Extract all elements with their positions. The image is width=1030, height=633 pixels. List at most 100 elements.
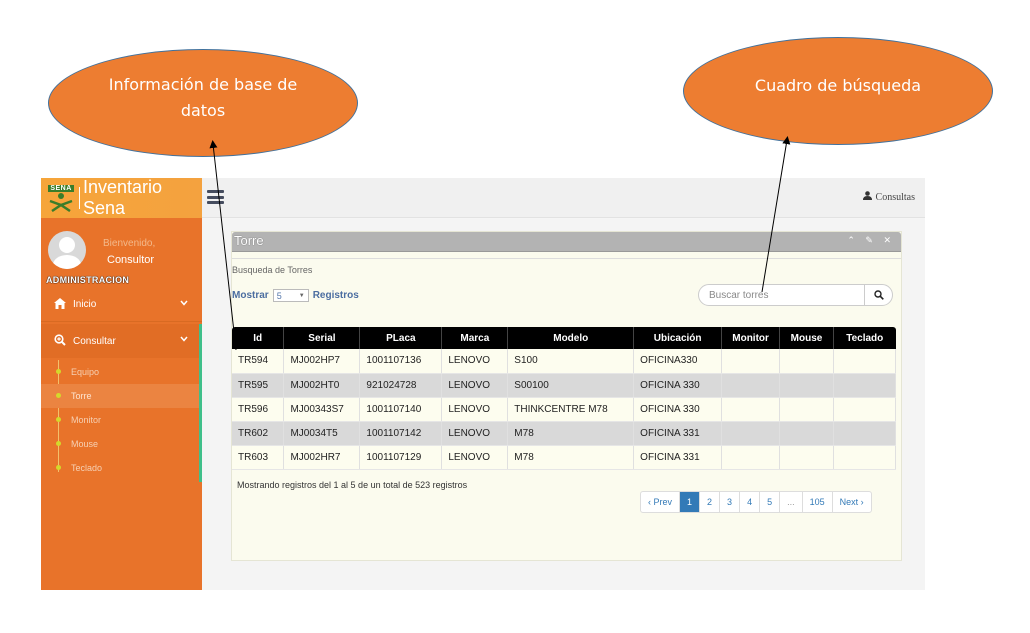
panel-subtitle: Busqueda de Torres	[232, 265, 313, 275]
home-icon	[53, 297, 67, 312]
cell-monitor	[721, 397, 781, 422]
cell-id: TR595	[232, 373, 285, 398]
page-length-control: Mostrar 5 ▼ Registros	[232, 289, 359, 302]
callout-search-box-text: Cuadro de búsqueda	[754, 76, 922, 96]
search-input[interactable]	[699, 289, 864, 301]
sena-logo: SENA	[45, 182, 77, 214]
page-length-select[interactable]: 5 ▼	[272, 289, 309, 302]
app-window: SENA Inventario Sena Bienvenido, Consult…	[41, 177, 925, 590]
cell-ubicacion: OFICINA 330	[633, 373, 723, 398]
column-header[interactable]: PLaca	[359, 327, 443, 349]
sidebar-item-teclado[interactable]: Teclado	[41, 456, 199, 480]
user-panel: Bienvenido, Consultor ADMINISTRACION	[41, 218, 202, 288]
cell-mouse	[779, 397, 834, 422]
torres-table: Id Serial PLaca Marca Modelo Ubicación M…	[232, 327, 897, 470]
table-row[interactable]: TR595 MJ002HT0 921024728 LENOVO S00100 O…	[232, 373, 897, 398]
cell-placa: 921024728	[359, 373, 443, 398]
sidebar-item-label: Torre	[71, 391, 92, 401]
sidebar-item-mouse[interactable]: Mouse	[41, 432, 199, 456]
brand[interactable]: SENA Inventario Sena	[41, 177, 202, 218]
cell-serial: MJ002HP7	[283, 349, 361, 374]
user-menu-label: Consultas	[875, 191, 915, 203]
top-bar: Consultas	[202, 178, 925, 218]
cell-mouse	[779, 421, 834, 446]
cell-modelo: S00100	[507, 373, 635, 398]
pagination-page-2[interactable]: 2	[700, 492, 721, 512]
cell-serial: MJ00343S7	[283, 397, 361, 422]
column-header[interactable]: Modelo	[507, 327, 635, 349]
menu-toggle-icon[interactable]	[207, 190, 224, 204]
sena-figure-icon	[49, 192, 73, 212]
cell-teclado	[833, 397, 897, 422]
chevron-down-icon	[180, 299, 188, 308]
cell-id: TR603	[232, 445, 285, 470]
cell-marca: LENOVO	[441, 397, 509, 422]
pagination-page-5[interactable]: 5	[760, 492, 781, 512]
table-row[interactable]: TR603 MJ002HR7 1001107129 LENOVO M78 OFI…	[232, 445, 897, 470]
cell-placa: 1001107142	[359, 421, 443, 446]
nav-inicio-label: Inicio	[73, 299, 97, 310]
panel-header: Torre ⌃ ✎ ✕	[232, 232, 901, 252]
cell-monitor	[721, 349, 781, 374]
column-header[interactable]: Ubicación	[633, 327, 723, 349]
show-label: Mostrar	[232, 290, 269, 301]
cell-teclado	[833, 373, 897, 398]
cell-teclado	[833, 421, 897, 446]
cell-marca: LENOVO	[441, 373, 509, 398]
cell-id: TR602	[232, 421, 285, 446]
pagination-next[interactable]: Next ›	[833, 492, 871, 512]
avatar	[48, 231, 86, 269]
cell-ubicacion: OFICINA 331	[633, 445, 723, 470]
cell-modelo: M78	[507, 445, 635, 470]
sidebar-item-label: Equipo	[71, 367, 100, 377]
pagination-page-last[interactable]: 105	[803, 492, 833, 512]
cell-monitor	[721, 421, 781, 446]
cell-marca: LENOVO	[441, 421, 509, 446]
pagination-ellipsis: ...	[780, 492, 803, 512]
main-content: Torre ⌃ ✎ ✕ Busqueda de Torres Mostrar 5…	[202, 219, 925, 590]
cell-id: TR594	[232, 349, 285, 374]
cell-mouse	[779, 373, 834, 398]
column-header[interactable]: Mouse	[779, 327, 834, 349]
cell-modelo: S100	[507, 349, 635, 374]
sidebar-item-torre[interactable]: Torre	[41, 384, 199, 408]
cell-marca: LENOVO	[441, 349, 509, 374]
pagination-page-3[interactable]: 3	[720, 492, 741, 512]
cell-serial: MJ0034T5	[283, 421, 361, 446]
cell-modelo: THINKCENTRE M78	[507, 397, 635, 422]
user-menu[interactable]: Consultas	[862, 191, 915, 203]
nav-inicio[interactable]: Inicio	[41, 288, 202, 322]
sidebar-item-monitor[interactable]: Monitor	[41, 408, 199, 432]
column-header[interactable]: Teclado	[833, 327, 896, 349]
cell-placa: 1001107136	[359, 349, 443, 374]
sidebar: SENA Inventario Sena Bienvenido, Consult…	[41, 177, 202, 590]
cell-marca: LENOVO	[441, 445, 509, 470]
cell-placa: 1001107129	[359, 445, 443, 470]
submenu-consultar: Equipo Torre Monitor Mouse Teclado	[41, 360, 199, 480]
pagination-page-4[interactable]: 4	[740, 492, 761, 512]
sidebar-item-equipo[interactable]: Equipo	[41, 360, 199, 384]
column-header[interactable]: Monitor	[721, 327, 781, 349]
callout-database-info: Información de base de datos	[48, 49, 358, 157]
pagination-prev[interactable]: ‹ Prev	[641, 492, 681, 512]
cell-monitor	[721, 373, 781, 398]
cell-serial: MJ002HR7	[283, 445, 361, 470]
sidebar-item-label: Monitor	[71, 415, 102, 425]
panel-tools-icons[interactable]: ⌃ ✎ ✕	[847, 235, 895, 246]
user-role: ADMINISTRACION	[46, 275, 130, 285]
column-header[interactable]: Serial	[283, 327, 361, 349]
cell-mouse	[779, 349, 834, 374]
welcome-text: Bienvenido,	[103, 238, 156, 249]
search-icon	[873, 290, 884, 300]
table-row[interactable]: TR594 MJ002HP7 1001107136 LENOVO S100 OF…	[232, 349, 897, 374]
table-row[interactable]: TR602 MJ0034T5 1001107142 LENOVO M78 OFI…	[232, 421, 897, 446]
cell-mouse	[779, 445, 834, 470]
column-header[interactable]: Marca	[441, 327, 509, 349]
table-header-row: Id Serial PLaca Marca Modelo Ubicación M…	[232, 327, 896, 349]
nav-consultar[interactable]: Consultar	[41, 324, 202, 358]
search-button[interactable]	[864, 285, 892, 305]
pagination-page-1[interactable]: 1	[680, 492, 701, 512]
column-header[interactable]: Id	[232, 327, 285, 349]
table-row[interactable]: TR596 MJ00343S7 1001107140 LENOVO THINKC…	[232, 397, 897, 422]
user-name: Consultor	[107, 254, 155, 266]
